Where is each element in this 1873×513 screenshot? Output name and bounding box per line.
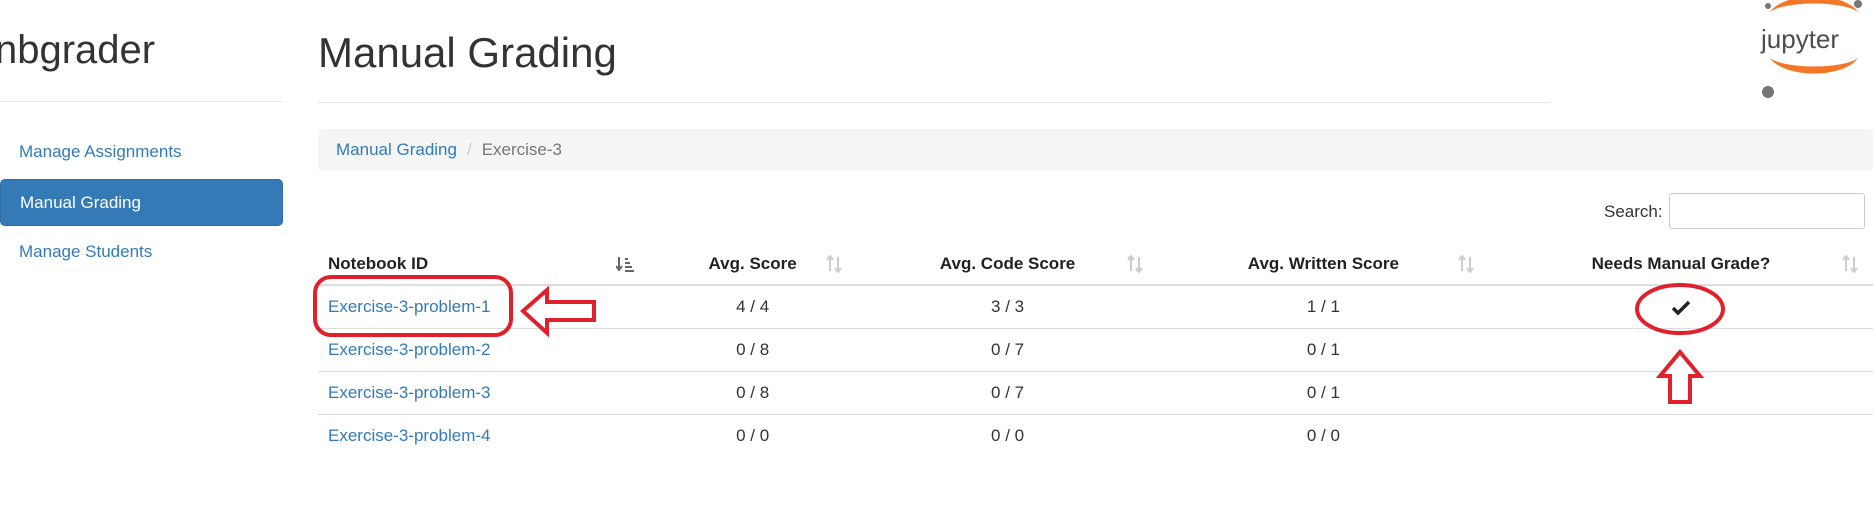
avg-written-score-cell: 0 / 1 — [1157, 371, 1489, 415]
avg-code-score-cell: 0 / 0 — [991, 426, 1025, 445]
breadcrumb-root-link[interactable]: Manual Grading — [336, 140, 457, 159]
sidebar-nav: Manage Assignments Manual Grading Manage… — [0, 129, 283, 279]
avg-written-score-cell: 0 / 1 — [1157, 328, 1489, 372]
breadcrumb-current: Exercise-3 — [481, 140, 563, 159]
table-row: Exercise-3-problem-2 0 / 8 0 / 7 0 / 1 — [318, 328, 1873, 372]
needs-manual-grade-cell — [1488, 328, 1873, 372]
jupyter-logo-text: jupyter — [1760, 24, 1839, 54]
table-header-row: Notebook ID Avg. Score Avg. Code Score A… — [318, 244, 1873, 286]
sidebar-item-manage-assignments[interactable]: Manage Assignments — [0, 129, 283, 176]
avg-written-score-cell: 0 / 0 — [1306, 426, 1340, 445]
sort-ascending-icon[interactable] — [616, 255, 634, 273]
check-icon — [1671, 300, 1691, 315]
app-title: nbgrader — [0, 28, 156, 72]
column-header-label: Notebook ID — [328, 254, 429, 273]
notebook-link[interactable]: Exercise-3-problem-1 — [328, 297, 491, 316]
column-header-label: Avg. Score — [708, 254, 797, 273]
column-header-avg-code-score[interactable]: Avg. Code Score — [857, 244, 1158, 286]
notebook-link[interactable]: Exercise-3-problem-2 — [328, 340, 491, 359]
column-header-notebook-id[interactable]: Notebook ID — [318, 244, 648, 286]
sidebar-item-manage-students[interactable]: Manage Students — [0, 229, 283, 276]
avg-written-score-cell: 1 / 1 — [1157, 285, 1489, 329]
avg-code-score-cell: 0 / 7 — [857, 371, 1158, 415]
avg-code-score-cell: 3 / 3 — [857, 285, 1158, 329]
search-input[interactable] — [1669, 193, 1865, 229]
page-title: Manual Grading — [318, 29, 617, 76]
column-header-label: Avg. Code Score — [939, 254, 1076, 273]
jupyter-logo: jupyter — [1760, 0, 1862, 98]
column-header-avg-score[interactable]: Avg. Score — [648, 244, 858, 286]
title-divider — [318, 102, 1550, 103]
needs-manual-grade-cell — [1489, 415, 1873, 458]
avg-code-score-cell: 0 / 7 — [857, 328, 1158, 372]
column-header-label: Avg. Written Score — [1247, 254, 1399, 273]
sort-both-icon[interactable] — [825, 255, 843, 273]
column-header-avg-written-score[interactable]: Avg. Written Score — [1157, 244, 1489, 286]
sort-both-icon[interactable] — [1457, 255, 1475, 273]
avg-score-cell: 0 / 8 — [648, 328, 858, 372]
sort-both-icon[interactable] — [1126, 255, 1144, 273]
needs-manual-grade-cell — [1488, 285, 1873, 329]
needs-manual-grade-cell — [1488, 371, 1873, 415]
column-header-needs-manual-grade[interactable]: Needs Manual Grade? — [1488, 244, 1873, 286]
avg-score-cell: 4 / 4 — [648, 285, 858, 329]
avg-score-cell: 0 / 0 — [736, 426, 770, 445]
table-row: Exercise-3-problem-1 4 / 4 3 / 3 1 / 1 — [318, 285, 1873, 329]
column-header-label: Needs Manual Grade? — [1591, 254, 1771, 273]
notebooks-table: Notebook ID Avg. Score Avg. Code Score A… — [318, 244, 1873, 457]
search-label: Search: — [1604, 202, 1663, 221]
sort-both-icon[interactable] — [1841, 255, 1859, 273]
sidebar-item-manual-grading[interactable]: Manual Grading — [0, 179, 283, 226]
notebook-link[interactable]: Exercise-3-problem-4 — [328, 426, 491, 445]
avg-score-cell: 0 / 8 — [648, 371, 858, 415]
table-row: Exercise-3-problem-3 0 / 8 0 / 7 0 / 1 — [318, 371, 1873, 415]
breadcrumb: Manual Grading / Exercise-3 — [318, 129, 1873, 171]
breadcrumb-separator: / — [466, 140, 472, 159]
sidebar-divider — [0, 101, 283, 102]
table-row: Exercise-3-problem-4 0 / 0 0 / 0 0 / 0 — [318, 415, 1873, 458]
notebook-link[interactable]: Exercise-3-problem-3 — [328, 383, 491, 402]
